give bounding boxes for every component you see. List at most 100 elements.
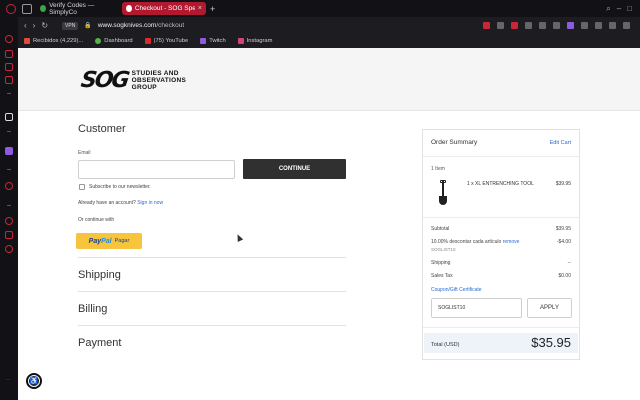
coupon-link[interactable]: Coupon/Gift Certificate <box>431 287 482 293</box>
history-icon[interactable] <box>5 217 13 225</box>
sidebar-separator <box>7 169 11 170</box>
bookmark-youtube[interactable]: (75) YouTube <box>144 38 189 44</box>
checkout-page: SOG STUDIES AND OBSERVATIONS GROUP Custo… <box>18 48 640 400</box>
extensions-toolbar-icon[interactable] <box>595 22 602 29</box>
sidebar-separator <box>7 131 11 132</box>
lock-icon[interactable]: 🔒 <box>84 22 91 29</box>
shipping-heading[interactable]: Shipping <box>78 269 121 281</box>
bookmark-label: Instagram <box>246 38 273 44</box>
discount-row: 10.00% descontar cada artículo remove <box>431 239 519 245</box>
site-header: SOG STUDIES AND OBSERVATIONS GROUP <box>18 48 640 111</box>
window-controls: ⌕ – □ <box>606 4 632 14</box>
browser-sidebar: … <box>0 17 18 400</box>
bookmarks-bar: Recibidos (4,229)... Dashboard (75) YouT… <box>18 34 640 48</box>
accessibility-icon: ♿ <box>28 375 40 387</box>
bookmark-twitch[interactable]: Twitch <box>200 38 226 44</box>
order-summary-title: Order Summary <box>431 139 478 146</box>
maximize-icon[interactable]: □ <box>627 4 632 14</box>
total-value: $35.95 <box>531 335 571 350</box>
bookmark-instagram[interactable]: Instagram <box>237 38 273 44</box>
minimize-icon[interactable]: – <box>617 4 621 14</box>
wallet-icon[interactable] <box>609 22 616 29</box>
summary-divider <box>423 217 579 218</box>
mouse-cursor-icon <box>234 233 244 242</box>
tab-island-icon[interactable] <box>22 3 32 14</box>
sog-favicon-icon <box>126 5 132 12</box>
whatsapp-icon[interactable] <box>5 63 13 71</box>
email-field[interactable] <box>78 160 235 179</box>
verify-codes-favicon-icon <box>40 5 47 12</box>
bookmark-label: (75) YouTube <box>153 38 189 44</box>
email-label: Email <box>78 150 91 156</box>
tab-verify-codes[interactable]: Verify Codes — SimplyCo <box>36 1 118 16</box>
discount-label: 10.00% descontar cada artículo <box>431 239 502 245</box>
sign-in-link[interactable]: Sign in now <box>137 200 163 206</box>
back-icon[interactable]: ‹ <box>24 21 27 30</box>
url-field[interactable]: www.sogknives.com/checkout <box>98 22 184 29</box>
camera-icon[interactable] <box>483 22 490 29</box>
address-bar-row: ‹ › ↻ VPN 🔒 www.sogknives.com/checkout <box>18 17 640 34</box>
new-tab-button[interactable]: + <box>210 4 215 14</box>
more-icon[interactable]: … <box>5 375 13 383</box>
aria-icon[interactable] <box>5 113 13 121</box>
tab-label: Checkout - SOG Speciali <box>134 5 195 12</box>
bookmark-label: Twitch <box>209 38 226 44</box>
bookmark-dashboard[interactable]: Dashboard <box>95 38 133 44</box>
payment-heading[interactable]: Payment <box>78 337 121 349</box>
translate-icon[interactable] <box>525 22 532 29</box>
share-icon[interactable] <box>539 22 546 29</box>
coupon-input[interactable]: SOGLIST10 <box>431 298 522 318</box>
reload-icon[interactable]: ↻ <box>41 21 48 30</box>
search-tabs-icon[interactable]: ⌕ <box>606 4 610 14</box>
sog-logo[interactable]: SOG STUDIES AND OBSERVATIONS GROUP <box>79 68 187 93</box>
instagram-icon <box>237 38 244 44</box>
summary-divider <box>423 156 579 157</box>
logo-line-2: OBSERVATIONS <box>131 77 187 84</box>
sign-in-prompt: Already have an account? Sign in now <box>78 200 163 206</box>
sales-tax-label: Sales Tax <box>431 273 453 279</box>
continue-button[interactable]: CONTINUE <box>243 159 346 179</box>
shovel-grip <box>440 180 446 183</box>
messenger-icon[interactable] <box>5 50 13 58</box>
shipping-value: -- <box>567 260 571 266</box>
snapshot-icon[interactable] <box>497 22 504 29</box>
opera-icon[interactable] <box>5 35 13 43</box>
profile-icon[interactable] <box>567 22 574 29</box>
gmail-icon <box>24 38 30 44</box>
settings-icon[interactable] <box>5 245 13 253</box>
download-icon[interactable] <box>581 22 588 29</box>
forward-icon[interactable]: › <box>33 21 36 30</box>
apply-button[interactable]: APPLY <box>527 298 572 318</box>
remove-discount-link[interactable]: remove <box>503 239 520 245</box>
already-text: Already have an account? <box>78 200 136 206</box>
add-icon[interactable] <box>5 182 13 190</box>
tab-label: Verify Codes — SimplyCo <box>49 1 95 16</box>
twitch-icon[interactable] <box>5 147 13 155</box>
newsletter-checkbox[interactable] <box>79 184 85 190</box>
opera-menu-icon[interactable] <box>6 3 16 14</box>
items-count: 1 Item <box>431 166 445 172</box>
twitch-bookmark-icon <box>200 38 207 44</box>
total-label: Total (USD) <box>431 342 460 348</box>
summary-divider <box>423 327 579 328</box>
discount-value: -$4.00 <box>556 239 571 245</box>
menu-icon[interactable] <box>623 22 630 29</box>
close-tab-icon[interactable]: × <box>198 5 202 12</box>
billing-heading[interactable]: Billing <box>78 303 107 315</box>
paypal-pagar-label: Pagar <box>114 238 130 244</box>
bookmark-gmail[interactable]: Recibidos (4,229)... <box>24 38 83 44</box>
shipping-label: Shipping <box>431 260 451 266</box>
accessibility-button[interactable]: ♿ <box>26 373 42 389</box>
tab-checkout[interactable]: Checkout - SOG Speciali × <box>122 2 206 15</box>
telegram-icon[interactable] <box>5 76 13 84</box>
pocket-icon[interactable] <box>511 22 518 29</box>
paypal-button[interactable]: PayPal Pagar <box>76 233 142 249</box>
heart-icon[interactable] <box>553 22 560 29</box>
extensions-icon[interactable] <box>5 231 13 239</box>
edit-cart-link[interactable]: Edit Cart <box>550 140 571 146</box>
paypal-pal: Pal <box>101 237 112 245</box>
line-item-name: 1 x XL ENTRENCHING TOOL <box>467 181 534 187</box>
sidebar-separator <box>7 93 11 94</box>
vpn-badge[interactable]: VPN <box>62 21 79 30</box>
logo-wordmark: STUDIES AND OBSERVATIONS GROUP <box>132 70 187 91</box>
